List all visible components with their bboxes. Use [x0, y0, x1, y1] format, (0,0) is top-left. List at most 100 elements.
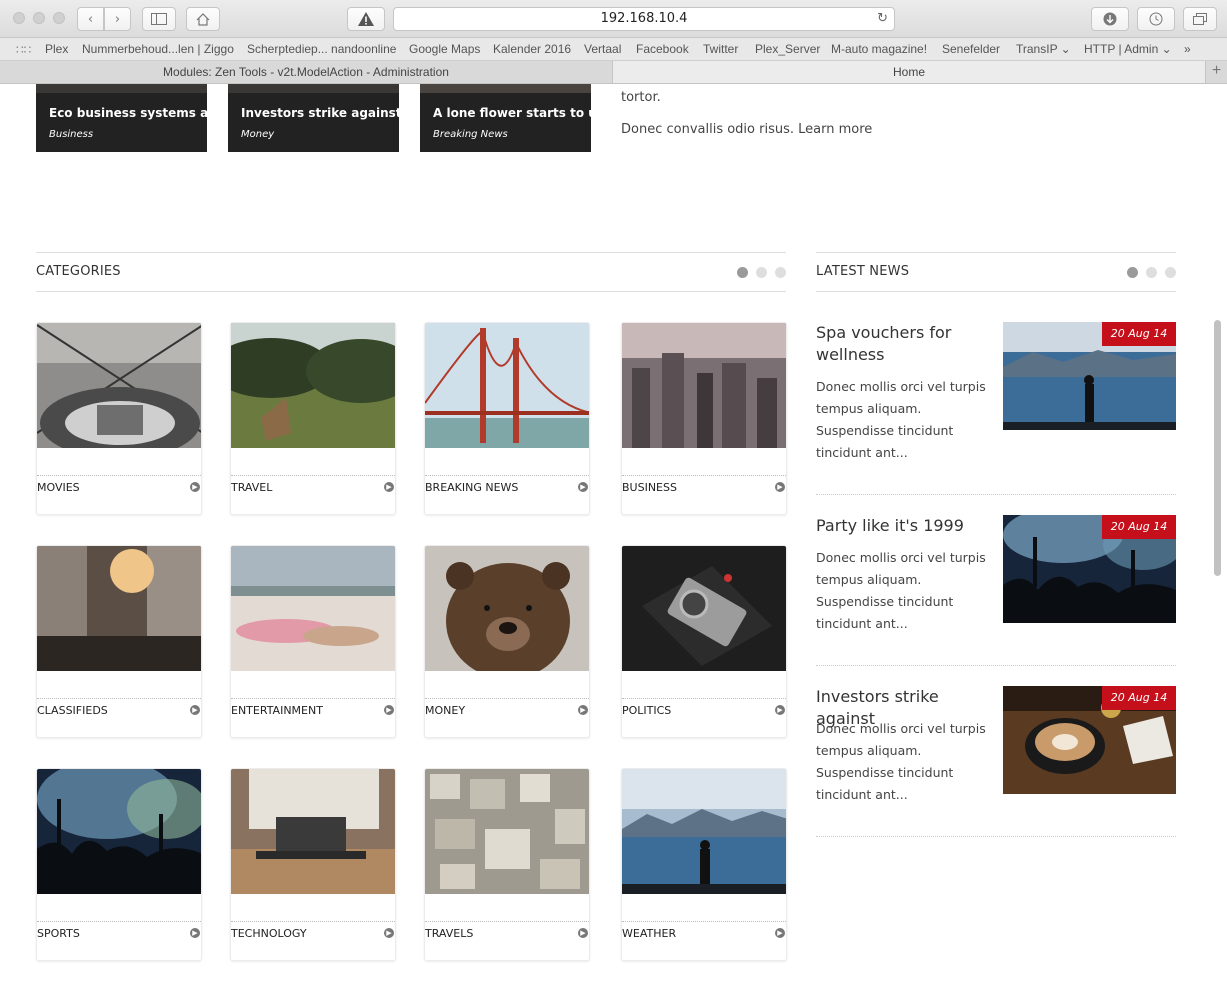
category-card[interactable]: BUSINESS ▶ [621, 322, 787, 515]
bookmark-item[interactable]: M-auto magazine! [831, 42, 927, 56]
pager-dot[interactable] [1146, 267, 1157, 278]
bookmark-item[interactable]: Plex [45, 42, 68, 56]
minimize-window-button[interactable] [33, 12, 45, 24]
arrow-right-icon[interactable]: ▶ [384, 928, 394, 938]
news-excerpt: Donec mollis orci vel turpis tempus aliq… [816, 550, 986, 631]
featured-category[interactable]: Business [49, 129, 93, 140]
arrow-right-icon[interactable]: ▶ [775, 928, 785, 938]
news-title[interactable]: Party like it's 1999 [816, 515, 996, 537]
reload-icon[interactable]: ↻ [877, 8, 888, 30]
category-card[interactable]: TECHNOLOGY ▶ [230, 768, 396, 961]
date-badge: 20 Aug 14 [1102, 322, 1176, 346]
bookmark-item[interactable]: Kalender 2016 [493, 42, 571, 56]
arrow-right-icon[interactable]: ▶ [384, 482, 394, 492]
category-label[interactable]: ENTERTAINMENT [231, 704, 323, 717]
featured-card[interactable]: Investors strike against Money [228, 84, 399, 152]
arrow-right-icon[interactable]: ▶ [190, 482, 200, 492]
sidebar-button[interactable] [142, 7, 176, 31]
category-card[interactable]: ENTERTAINMENT ▶ [230, 545, 396, 738]
pager-dot-active[interactable] [737, 267, 748, 278]
category-label[interactable]: TRAVELS [425, 927, 473, 940]
pager-dot[interactable] [756, 267, 767, 278]
category-label[interactable]: CLASSIFIEDS [37, 704, 108, 717]
arrow-right-icon[interactable]: ▶ [578, 928, 588, 938]
new-tab-button[interactable]: + [1205, 61, 1227, 83]
history-button[interactable] [1137, 7, 1175, 31]
featured-card[interactable]: Eco business systems and Business [36, 84, 207, 152]
category-label[interactable]: MONEY [425, 704, 465, 717]
tabs-icon [1193, 13, 1207, 25]
bookmark-item[interactable]: Vertaal [584, 42, 621, 56]
news-item: Spa vouchers for wellness Donec mollis o… [816, 322, 1176, 460]
arrow-right-icon[interactable]: ▶ [190, 705, 200, 715]
bookmark-item[interactable]: HTTP | Admin ⌄ [1084, 42, 1172, 56]
arrow-right-icon[interactable]: ▶ [578, 705, 588, 715]
news-title[interactable]: Spa vouchers for wellness [816, 322, 994, 366]
category-label[interactable]: SPORTS [37, 927, 80, 940]
back-button[interactable]: ‹ [77, 7, 104, 31]
arrow-right-icon[interactable]: ▶ [775, 482, 785, 492]
page-scrollbar[interactable] [1214, 320, 1221, 576]
category-thumbnail [37, 546, 201, 671]
category-label[interactable]: BUSINESS [622, 481, 677, 494]
category-thumbnail [425, 323, 589, 448]
category-card[interactable]: TRAVEL ▶ [230, 322, 396, 515]
bookmark-item[interactable]: Facebook [636, 42, 689, 56]
tab-home[interactable]: Home [612, 61, 1205, 83]
close-window-button[interactable] [13, 12, 25, 24]
tab-administration[interactable]: Modules: Zen Tools - v2t.ModelAction - A… [0, 61, 612, 83]
category-label[interactable]: MOVIES [37, 481, 80, 494]
bookmark-item[interactable]: Senefelder [942, 42, 1000, 56]
tab-overview-button[interactable] [1183, 7, 1217, 31]
featured-title[interactable]: A lone flower starts to u [433, 106, 591, 120]
forward-button[interactable]: › [104, 7, 131, 31]
bookmark-item[interactable]: Nummerbehoud...len | Ziggo [82, 42, 234, 56]
grid-icon[interactable]: ∷∷ [16, 43, 31, 57]
downloads-button[interactable] [1091, 7, 1129, 31]
warning-icon [358, 12, 374, 26]
pager-dot[interactable] [1165, 267, 1176, 278]
bookmark-item[interactable]: Google Maps [409, 42, 480, 56]
featured-card[interactable]: A lone flower starts to u Breaking News [420, 84, 591, 152]
bookmarks-bar: ∷∷ Plex Nummerbehoud...len | Ziggo Scher… [0, 38, 1227, 61]
category-label[interactable]: POLITICS [622, 704, 671, 717]
featured-category[interactable]: Money [241, 129, 274, 140]
date-badge: 20 Aug 14 [1102, 515, 1176, 539]
category-card[interactable]: MONEY ▶ [424, 545, 590, 738]
category-label[interactable]: BREAKING NEWS [425, 481, 518, 494]
category-card[interactable]: POLITICS ▶ [621, 545, 787, 738]
category-label[interactable]: WEATHER [622, 927, 676, 940]
address-bar[interactable]: 192.168.10.4 ↻ [393, 7, 895, 31]
featured-category[interactable]: Breaking News [433, 129, 508, 140]
category-thumbnail [37, 323, 201, 448]
pager-dot[interactable] [775, 267, 786, 278]
arrow-right-icon[interactable]: ▶ [775, 705, 785, 715]
security-warning-button[interactable] [347, 7, 385, 31]
category-card[interactable]: SPORTS ▶ [36, 768, 202, 961]
featured-image [36, 84, 207, 93]
category-card[interactable]: TRAVELS ▶ [424, 768, 590, 961]
home-icon [196, 12, 210, 26]
arrow-right-icon[interactable]: ▶ [190, 928, 200, 938]
category-card[interactable]: WEATHER ▶ [621, 768, 787, 961]
category-card[interactable]: CLASSIFIEDS ▶ [36, 545, 202, 738]
category-label[interactable]: TECHNOLOGY [231, 927, 307, 940]
bookmarks-overflow-button[interactable]: » [1184, 42, 1191, 56]
category-label[interactable]: TRAVEL [231, 481, 272, 494]
bookmark-item[interactable]: Twitter [703, 42, 738, 56]
bookmark-item[interactable]: Plex_Server [755, 42, 820, 56]
home-button[interactable] [186, 7, 220, 31]
featured-title[interactable]: Investors strike against [241, 106, 399, 120]
plus-icon: + [1211, 62, 1222, 79]
category-card[interactable]: BREAKING NEWS ▶ [424, 322, 590, 515]
intro-learn-more[interactable]: Donec convallis odio risus. Learn more [621, 122, 872, 137]
arrow-right-icon[interactable]: ▶ [384, 705, 394, 715]
zoom-window-button[interactable] [53, 12, 65, 24]
featured-title[interactable]: Eco business systems and [49, 106, 207, 120]
bookmark-item[interactable]: Scherptediep... nandoonline [247, 42, 396, 56]
pager-dot-active[interactable] [1127, 267, 1138, 278]
clock-icon [1149, 12, 1163, 26]
arrow-right-icon[interactable]: ▶ [578, 482, 588, 492]
category-card[interactable]: MOVIES ▶ [36, 322, 202, 515]
bookmark-item[interactable]: TransIP ⌄ [1016, 42, 1071, 56]
